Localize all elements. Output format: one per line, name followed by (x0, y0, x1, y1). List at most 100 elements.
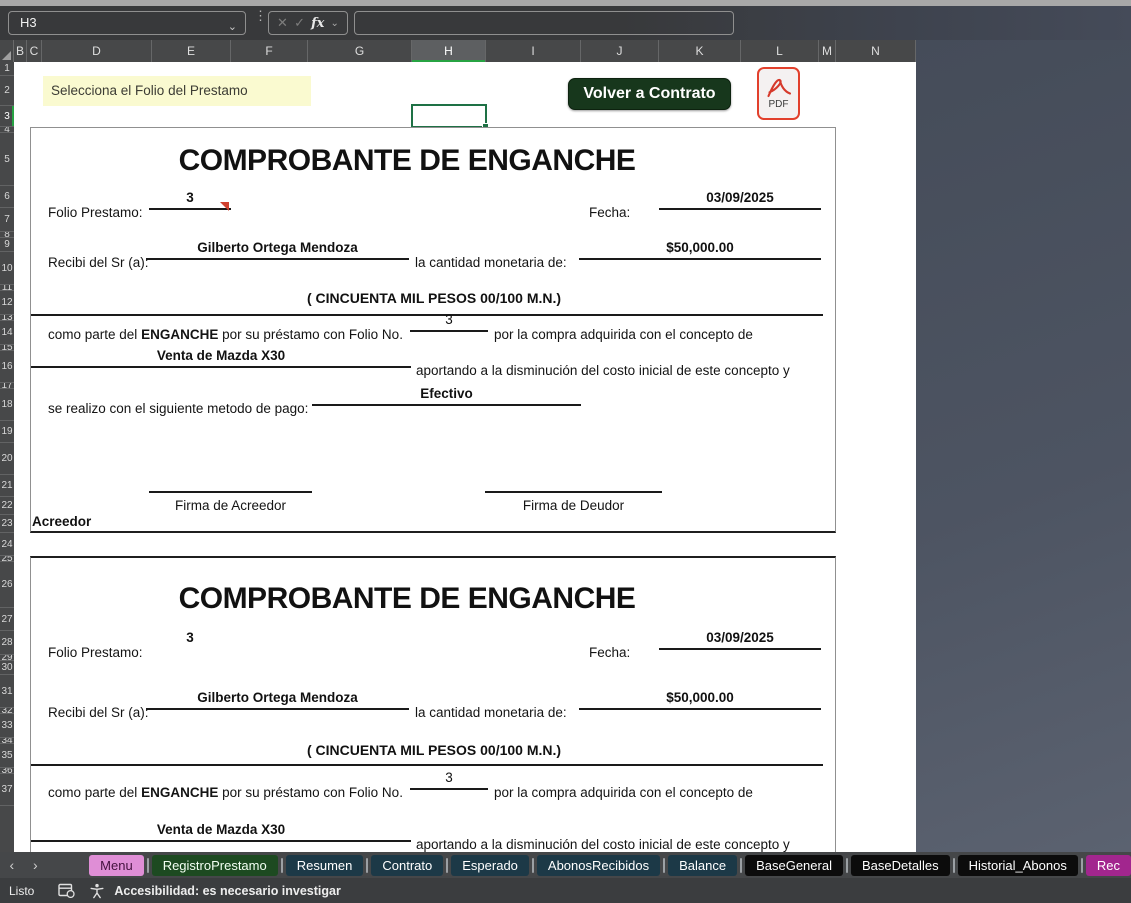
sheet-tab-menu[interactable]: Menu (89, 855, 144, 876)
pdf-label: PDF (769, 99, 789, 110)
column-header-L[interactable]: L (741, 40, 819, 62)
tab-separator (446, 858, 448, 873)
folio-no-value[interactable]: 3 (410, 770, 488, 790)
row-header-19[interactable]: 19 (0, 421, 14, 443)
row-header-28[interactable]: 28 (0, 631, 14, 655)
row-header-14[interactable]: 14 (0, 321, 14, 345)
row-header-30[interactable]: 30 (0, 661, 14, 675)
prev-sheet-arrow-icon[interactable]: ‹ (0, 857, 24, 873)
row-header-7[interactable]: 7 (0, 208, 14, 232)
compra-text: por la compra adquirida con el concepto … (494, 785, 753, 800)
app-background-void (916, 40, 1131, 852)
cell-name-box[interactable]: H3 ⌄ (8, 11, 246, 35)
row-header-20[interactable]: 20 (0, 443, 14, 475)
sheet-tab-basedetalles[interactable]: BaseDetalles (851, 855, 950, 876)
chevron-down-icon[interactable]: ⌄ (228, 16, 237, 38)
row-header-37[interactable]: 37 (0, 774, 14, 806)
row-header-23[interactable]: 23 (0, 515, 14, 533)
column-header-D[interactable]: D (42, 40, 152, 62)
receipt-document-1: COMPROBANTE DE ENGANCHE Folio Prestamo: … (30, 127, 836, 533)
column-header-E[interactable]: E (152, 40, 231, 62)
firma-deudor-label: Firma de Deudor (485, 498, 662, 513)
column-header-F[interactable]: F (231, 40, 308, 62)
select-all-corner[interactable] (0, 40, 14, 62)
concepto-value[interactable]: Venta de Mazda X30 (31, 822, 411, 842)
tab-separator (281, 858, 283, 873)
tab-separator (1081, 858, 1083, 873)
folio-value[interactable]: 3 (149, 190, 231, 210)
row-header-33[interactable]: 33 (0, 714, 14, 738)
sheet-tab-rec[interactable]: Rec (1086, 855, 1131, 876)
row-header-3[interactable]: 3 (0, 106, 14, 127)
macro-record-icon[interactable] (58, 883, 75, 898)
aportando-text: aportando a la disminución del costo ini… (416, 363, 790, 378)
row-header-2[interactable]: 2 (0, 76, 14, 106)
accessibility-status-text[interactable]: Accesibilidad: es necesario investigar (114, 884, 341, 898)
row-header-22[interactable]: 22 (0, 497, 14, 515)
row-header-21[interactable]: 21 (0, 475, 14, 497)
folio-label: Folio Prestamo: (48, 205, 143, 220)
fecha-label: Fecha: (589, 645, 630, 660)
row-header-6[interactable]: 6 (0, 186, 14, 208)
accessibility-icon[interactable] (89, 883, 105, 899)
formula-bar-input[interactable] (354, 11, 734, 35)
tab-separator (740, 858, 742, 873)
row-header-9[interactable]: 9 (0, 238, 14, 252)
cancel-entry-icon[interactable]: ✕ (277, 15, 288, 31)
row-header-12[interactable]: 12 (0, 291, 14, 315)
recibi-value[interactable]: Gilberto Ortega Mendoza (146, 690, 409, 710)
folio-no-value[interactable]: 3 (410, 312, 488, 332)
column-header-G[interactable]: G (308, 40, 412, 62)
row-header-35[interactable]: 35 (0, 744, 14, 768)
row-header-16[interactable]: 16 (0, 351, 14, 383)
row-header-5[interactable]: 5 (0, 133, 14, 186)
row-header-column: 1234567891011121314151617181920212223242… (0, 62, 14, 852)
column-header-K[interactable]: K (659, 40, 741, 62)
column-header-I[interactable]: I (486, 40, 581, 62)
sheet-tab-historial_abonos[interactable]: Historial_Abonos (958, 855, 1078, 876)
column-header-H[interactable]: H (412, 40, 486, 62)
prompt-cell[interactable]: Selecciona el Folio del Prestamo (43, 76, 311, 106)
row-header-27[interactable]: 27 (0, 608, 14, 631)
fecha-value[interactable]: 03/09/2025 (659, 190, 821, 210)
row-header-31[interactable]: 31 (0, 675, 14, 708)
next-sheet-arrow-icon[interactable]: › (24, 857, 48, 873)
sheet-tab-balance[interactable]: Balance (668, 855, 737, 876)
sheet-tab-abonosrecibidos[interactable]: AbonosRecibidos (537, 855, 660, 876)
chevron-down-icon[interactable]: ⌄ (331, 18, 339, 29)
column-header-C[interactable]: C (27, 40, 42, 62)
row-header-26[interactable]: 26 (0, 562, 14, 608)
recibi-value[interactable]: Gilberto Ortega Mendoza (146, 240, 409, 260)
sheet-tab-esperado[interactable]: Esperado (451, 855, 529, 876)
row-header-24[interactable]: 24 (0, 533, 14, 556)
confirm-entry-icon[interactable]: ✓ (294, 15, 305, 31)
column-header-M[interactable]: M (819, 40, 836, 62)
row-header-18[interactable]: 18 (0, 389, 14, 421)
insert-function-icon[interactable]: fx (311, 16, 324, 31)
column-header-J[interactable]: J (581, 40, 659, 62)
cantidad-label: la cantidad monetaria de: (415, 705, 567, 720)
export-pdf-button[interactable]: PDF (757, 67, 800, 120)
folio-value[interactable]: 3 (149, 630, 231, 650)
metodo-value[interactable]: Efectivo (312, 386, 581, 406)
select-all-triangle-icon (2, 51, 11, 60)
selected-cell-h3[interactable] (411, 104, 487, 128)
sheet-tab-registroprestamo[interactable]: RegistroPrestamo (152, 855, 278, 876)
sheet-tab-resumen[interactable]: Resumen (286, 855, 364, 876)
concepto-value[interactable]: Venta de Mazda X30 (31, 348, 411, 368)
column-header-N[interactable]: N (836, 40, 916, 62)
receipt-title: COMPROBANTE DE ENGANCHE (31, 144, 835, 178)
worksheet-canvas[interactable]: Selecciona el Folio del Prestamo Volver … (14, 62, 916, 852)
row-header-1[interactable]: 1 (0, 62, 14, 76)
row-header-10[interactable]: 10 (0, 252, 14, 285)
status-ready-label: Listo (9, 884, 34, 898)
cantidad-value[interactable]: $50,000.00 (579, 690, 821, 710)
column-header-B[interactable]: B (14, 40, 27, 62)
como-parte-text: como parte del ENGANCHE por su préstamo … (48, 785, 403, 800)
sheet-tab-contrato[interactable]: Contrato (371, 855, 443, 876)
sheet-tab-basegeneral[interactable]: BaseGeneral (745, 855, 843, 876)
cantidad-value[interactable]: $50,000.00 (579, 240, 821, 260)
name-box-value: H3 (20, 15, 37, 30)
volver-a-contrato-button[interactable]: Volver a Contrato (568, 78, 731, 110)
fecha-value[interactable]: 03/09/2025 (659, 630, 821, 650)
